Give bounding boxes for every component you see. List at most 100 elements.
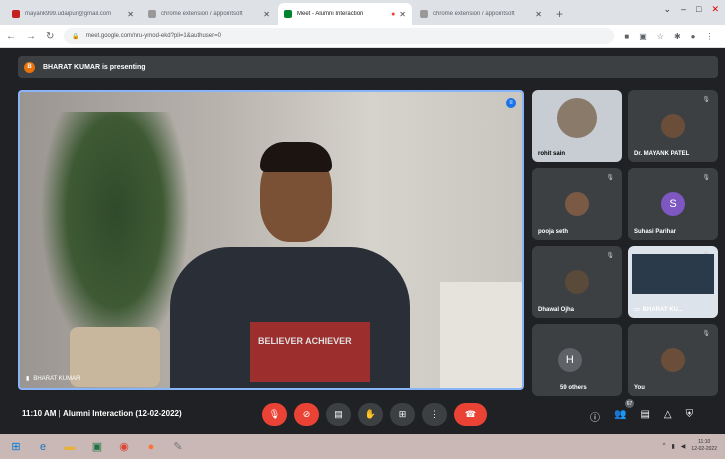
participant-photo	[565, 192, 589, 216]
hand-icon: ✋	[364, 409, 377, 419]
participant-tile[interactable]: 🎙 S Suhasi Parihar	[628, 168, 718, 240]
url-field[interactable]: 🔒 meet.google.com/nru-ymod-ekd?pli=1&aut…	[64, 28, 615, 44]
close-tab-icon[interactable]: ✕	[535, 10, 542, 19]
chat-icon[interactable]: ▤	[640, 409, 649, 424]
participant-name: rohit sain	[538, 151, 566, 157]
new-tab-button[interactable]: +	[556, 7, 563, 21]
browser-tab-meet[interactable]: Meet - Alumni Interaction ● ✕	[278, 3, 412, 25]
lock-icon: 🔒	[72, 33, 80, 40]
screen-share-preview	[632, 254, 714, 294]
shelf-background	[440, 282, 522, 388]
taskbar-clock[interactable]: 11:10 12-02-2022	[691, 439, 717, 453]
network-icon[interactable]: ▮	[671, 443, 674, 450]
reload-icon[interactable]: ↻	[46, 31, 54, 42]
participant-tile[interactable]: 🎙 pooja seth	[532, 168, 622, 240]
app-icon[interactable]: ✎	[170, 439, 186, 455]
close-tab-icon[interactable]: ✕	[263, 10, 270, 19]
shirt-text: BELIEVER ACHIEVER	[258, 336, 352, 346]
info-icon[interactable]: ⓘ	[590, 409, 600, 424]
leave-call-button[interactable]: ☎	[454, 403, 487, 426]
browser-tab-gmail[interactable]: mayank999.udaipur@gmail.com ✕	[6, 3, 140, 25]
page-icon	[148, 10, 156, 18]
firefox-icon[interactable]: ●	[143, 439, 159, 455]
present-icon: ⊞	[398, 409, 407, 419]
close-tab-icon[interactable]: ✕	[399, 10, 406, 19]
meet-window: B BHARAT KUMAR is presenting BELIEVER AC…	[0, 48, 725, 434]
participant-name: Dr. MAYANK PATEL	[634, 151, 690, 157]
meeting-time: 11:10 AM	[22, 409, 57, 418]
volume-icon[interactable]: ◀	[681, 443, 686, 450]
main-video-tile[interactable]: BELIEVER ACHIEVER ≡ ▮ BHARAT KUMAR	[18, 90, 524, 390]
windows-taskbar: ⊞ e ▬ ▣ ◉ ● ✎ ^ ▮ ◀ 11:10 12-02-2022	[0, 434, 725, 459]
address-bar-row: ← → ↻ 🔒 meet.google.com/nru-ymod-ekd?pli…	[0, 25, 725, 48]
host-controls-icon[interactable]: ⛨	[686, 409, 694, 424]
plant-pot	[70, 327, 160, 387]
extension-icon[interactable]: ▣	[639, 32, 647, 41]
presenter-avatar: B	[24, 61, 35, 73]
tab-title: mayank999.udaipur@gmail.com	[25, 11, 112, 17]
windows-start-icon[interactable]: ⊞	[8, 439, 24, 455]
camera-icon[interactable]: ■	[624, 32, 629, 41]
participant-name: Suhasi Parihar	[634, 229, 677, 235]
speaker-hair	[260, 142, 332, 172]
tab-search-icon[interactable]: ⌄	[663, 4, 671, 15]
participant-count-badge: 67	[625, 399, 634, 408]
end-call-icon: ☎	[464, 409, 477, 419]
presenting-banner: B BHARAT KUMAR is presenting	[18, 56, 718, 78]
camera-toggle-button[interactable]: ⊘	[294, 403, 319, 426]
participant-tile[interactable]: 🎙 ▭BHARAT KU...	[628, 246, 718, 318]
page-icon	[420, 10, 428, 18]
browser-tab-extension-2[interactable]: chrome extension / appointsoft ✕	[414, 3, 548, 25]
participant-name: Dhawal Ojha	[538, 307, 575, 313]
minimize-icon[interactable]: –	[681, 4, 686, 15]
puzzle-icon[interactable]: ✱	[674, 32, 681, 41]
menu-icon[interactable]: ⋮	[706, 32, 714, 41]
participant-tile[interactable]: 🎙 Dhawal Ojha	[532, 246, 622, 318]
star-icon[interactable]: ☆	[657, 32, 664, 41]
mic-off-icon: 🎙	[702, 97, 710, 103]
activities-icon[interactable]: △	[664, 409, 672, 424]
plant-background	[40, 112, 190, 362]
more-options-button[interactable]: ⋮	[422, 403, 447, 426]
profile-icon[interactable]: ●	[691, 32, 696, 41]
captions-button[interactable]: ▤	[326, 403, 351, 426]
people-icon[interactable]: 👥	[614, 409, 626, 424]
mic-toggle-button[interactable]: 🎙	[262, 403, 287, 426]
store-icon[interactable]: ▣	[89, 439, 105, 455]
participant-photo	[557, 98, 597, 138]
browser-tab-strip: mayank999.udaipur@gmail.com ✕ chrome ext…	[0, 0, 725, 25]
close-window-icon[interactable]: ✕	[711, 4, 719, 15]
file-explorer-icon[interactable]: ▬	[62, 439, 78, 455]
participant-tile[interactable]: 🎙 Dr. MAYANK PATEL	[628, 90, 718, 162]
main-video-label: ▮ BHARAT KUMAR	[26, 375, 80, 383]
taskbar-date: 12-02-2022	[691, 446, 717, 452]
tray-up-icon[interactable]: ^	[663, 443, 666, 449]
url-text: meet.google.com/nru-ymod-ekd?pli=1&authu…	[85, 33, 221, 39]
maximize-icon[interactable]: □	[696, 4, 701, 15]
present-button[interactable]: ⊞	[390, 403, 415, 426]
edge-icon[interactable]: e	[35, 439, 51, 455]
pin-icon[interactable]: ▮	[26, 375, 29, 382]
close-tab-icon[interactable]: ✕	[127, 10, 134, 19]
presenting-text: BHARAT KUMAR is presenting	[43, 63, 146, 71]
tab-title: chrome extension / appointsoft	[433, 11, 515, 17]
participant-photo	[661, 348, 685, 372]
forward-icon[interactable]: →	[26, 31, 36, 42]
gmail-icon	[12, 10, 20, 18]
mic-off-icon: 🎙	[702, 331, 710, 337]
participant-photo	[661, 114, 685, 138]
chrome-icon[interactable]: ◉	[116, 439, 132, 455]
participant-avatar: S	[661, 192, 685, 216]
raise-hand-button[interactable]: ✋	[358, 403, 383, 426]
participant-name: ▭ BHARAT KU...	[634, 306, 683, 314]
back-icon[interactable]: ←	[6, 31, 16, 42]
participant-tile[interactable]: rohit sain	[532, 90, 622, 162]
speaking-indicator-icon: ≡	[506, 98, 516, 108]
mic-off-icon: 🎙	[606, 175, 614, 181]
call-controls: 🎙 ⊘ ▤ ✋ ⊞ ⋮ ☎	[262, 403, 487, 426]
others-tile[interactable]: H 59 others	[532, 324, 622, 396]
browser-tab-extension[interactable]: chrome extension / appointsoft ✕	[142, 3, 276, 25]
present-icon: ▭	[634, 307, 640, 313]
meeting-name: Alumni Interaction (12-02-2022)	[62, 409, 182, 418]
self-tile[interactable]: 🎙 You	[628, 324, 718, 396]
